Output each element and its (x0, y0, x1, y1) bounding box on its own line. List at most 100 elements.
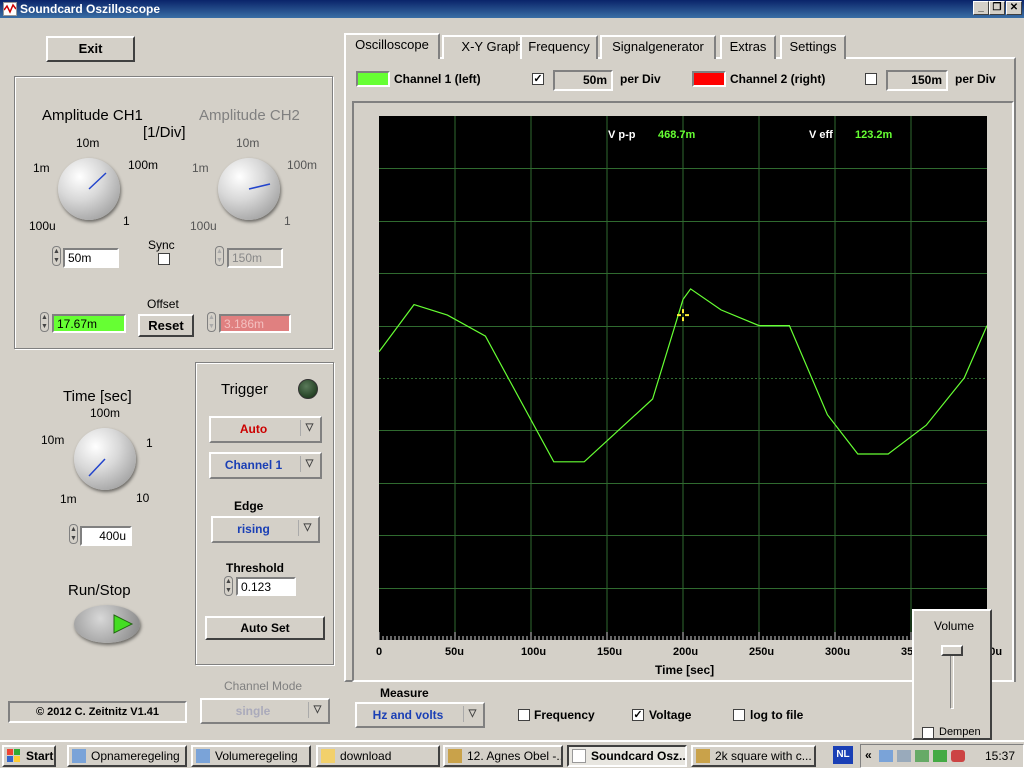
x-tick-label: 50u (445, 646, 464, 658)
media-icon (448, 749, 462, 763)
tab-frequency[interactable]: Frequency (520, 35, 598, 59)
ch1-amplitude-field[interactable]: 50m (63, 248, 119, 268)
tab-extras[interactable]: Extras (720, 35, 776, 59)
offset-ch1-field[interactable]: 17.67m (52, 314, 126, 333)
taskbar-item-label: download (340, 749, 392, 763)
taskbar-item-square[interactable]: 2k square with c... (691, 745, 816, 767)
tray-app-icon[interactable] (915, 750, 929, 762)
reset-button[interactable]: Reset (138, 314, 194, 337)
volume-title: Volume (934, 619, 975, 633)
ch2-color-fill (694, 73, 724, 85)
ch2-amplitude-knob[interactable] (218, 158, 280, 220)
volume-popup: Volume Dempen (912, 609, 992, 740)
ch2-color-swatch[interactable] (692, 71, 726, 87)
time-field[interactable]: 400u (80, 526, 132, 546)
ch1-amplitude-knob[interactable] (58, 158, 120, 220)
knob-label: 10 (136, 491, 150, 505)
language-indicator[interactable]: NL (833, 746, 853, 764)
taskbar-item-media[interactable]: 12. Agnes Obel -... (443, 745, 563, 767)
copyright-label: © 2012 C. Zeitnitz V1.41 (8, 701, 187, 723)
tray-app-icon[interactable] (933, 750, 947, 762)
taskbar-item-volumeregeling[interactable]: Volumeregeling (191, 745, 311, 767)
windows-logo-icon (7, 749, 21, 763)
sync-checkbox[interactable] (158, 253, 170, 265)
ch1-div-field[interactable]: 50m (553, 70, 613, 91)
measure-mode-dropdown[interactable]: Hz and volts ▽ (355, 702, 485, 728)
minimize-button[interactable]: _ (973, 1, 989, 15)
time-knob[interactable] (74, 428, 136, 490)
ch1-color-swatch[interactable] (356, 71, 390, 87)
ch2-div-field[interactable]: 150m (886, 70, 948, 91)
offset-ch2-spinner[interactable]: ▲ ▼ (207, 312, 216, 332)
taskbar-item-download[interactable]: download (316, 745, 440, 767)
offset-label: Offset (147, 297, 179, 311)
run-stop-button[interactable] (74, 605, 140, 643)
offset-ch2-field[interactable]: 3.186m (219, 314, 291, 333)
exit-button[interactable]: Exit (46, 36, 135, 62)
knob-label: 100m (287, 158, 318, 172)
taskbar-item-opnameregeling[interactable]: Opnameregeling (67, 745, 187, 767)
voltage-checkbox[interactable]: ✓ (632, 709, 644, 721)
tab-signalgenerator[interactable]: Signalgenerator (600, 35, 716, 59)
x-axis-ticks: 050u100u150u200u250u300u350u400u (376, 646, 1002, 662)
channel-mode-value: single (235, 704, 271, 718)
edge-dropdown[interactable]: rising ▽ (211, 516, 320, 543)
tab-settings[interactable]: Settings (780, 35, 846, 59)
start-label: Start (26, 749, 54, 763)
log-to-file-label: log to file (750, 708, 804, 722)
veff-value: 123.2m (855, 129, 893, 141)
ch2-spinner[interactable]: ▲ ▼ (215, 246, 224, 266)
time-spinner[interactable]: ▲ ▼ (69, 524, 78, 544)
volume-slider-thumb[interactable] (941, 645, 963, 656)
ch2-enable-checkbox[interactable] (865, 73, 877, 85)
ch2-per-div-label: per Div (955, 72, 996, 86)
window-icon (196, 749, 210, 763)
channel-mode-dropdown[interactable]: single ▽ (200, 698, 330, 724)
close-button[interactable]: ✕ (1006, 1, 1022, 15)
mute-checkbox[interactable] (922, 727, 934, 739)
trigger-channel-dropdown[interactable]: Channel 1 ▽ (209, 452, 322, 479)
knob-label: 100m (128, 158, 159, 172)
taskbar-item-soundcard[interactable]: Soundcard Osz... (567, 745, 687, 767)
scope-display[interactable]: V p-p 468.7m V eff 123.2m (379, 116, 987, 640)
network-icon[interactable] (879, 750, 893, 762)
knob-label: 10m (76, 136, 100, 150)
autoset-button[interactable]: Auto Set (205, 616, 325, 640)
title-bar: Soundcard Oszilloscope _ ❐ ✕ (0, 0, 1024, 18)
trigger-mode-value: Auto (239, 422, 268, 436)
clock: 15:37 (985, 749, 1016, 763)
knob-label: 100m (90, 406, 121, 420)
ch2-label: Channel 2 (right) (730, 72, 826, 86)
tab-oscilloscope[interactable]: Oscilloscope (344, 33, 440, 59)
start-button[interactable]: Start (2, 745, 56, 767)
window-icon (72, 749, 86, 763)
ch1-label: Channel 1 (left) (394, 72, 481, 86)
maximize-button[interactable]: ❐ (989, 1, 1005, 15)
threshold-field[interactable]: 0.123 (236, 577, 296, 596)
ch1-enable-checkbox[interactable]: ✓ (532, 73, 544, 85)
folder-icon (321, 749, 335, 763)
knob-label: 10m (236, 136, 260, 150)
tray-expand-icon[interactable]: « (865, 748, 872, 762)
speaker-icon[interactable] (897, 750, 911, 762)
window-title: Soundcard Oszilloscope (20, 2, 161, 16)
threshold-spinner[interactable]: ▲ ▼ (224, 576, 233, 596)
frequency-checkbox[interactable] (518, 709, 530, 721)
media-icon (696, 749, 710, 763)
chevron-down-icon: ▽ (463, 706, 481, 722)
knob-label: 1 (284, 214, 291, 228)
taskbar-item-label: 2k square with c... (715, 749, 812, 763)
ch2-amplitude-field[interactable]: 150m (227, 248, 283, 268)
ch1-color-fill (358, 73, 388, 85)
ch1-spinner[interactable]: ▲ ▼ (52, 246, 61, 266)
mute-label: Dempen (939, 726, 981, 738)
x-tick-label: 200u (673, 646, 699, 658)
shield-icon[interactable] (951, 750, 965, 762)
trigger-mode-dropdown[interactable]: Auto ▽ (209, 416, 322, 443)
log-to-file-checkbox[interactable] (733, 709, 745, 721)
offset-ch1-spinner[interactable]: ▲ ▼ (40, 312, 49, 332)
taskbar: Start Opnameregeling Volumeregeling down… (0, 740, 1024, 768)
x-axis-label: Time [sec] (655, 663, 715, 677)
system-tray: « 15:37 (860, 744, 1024, 768)
knob-label: 1m (60, 492, 77, 506)
